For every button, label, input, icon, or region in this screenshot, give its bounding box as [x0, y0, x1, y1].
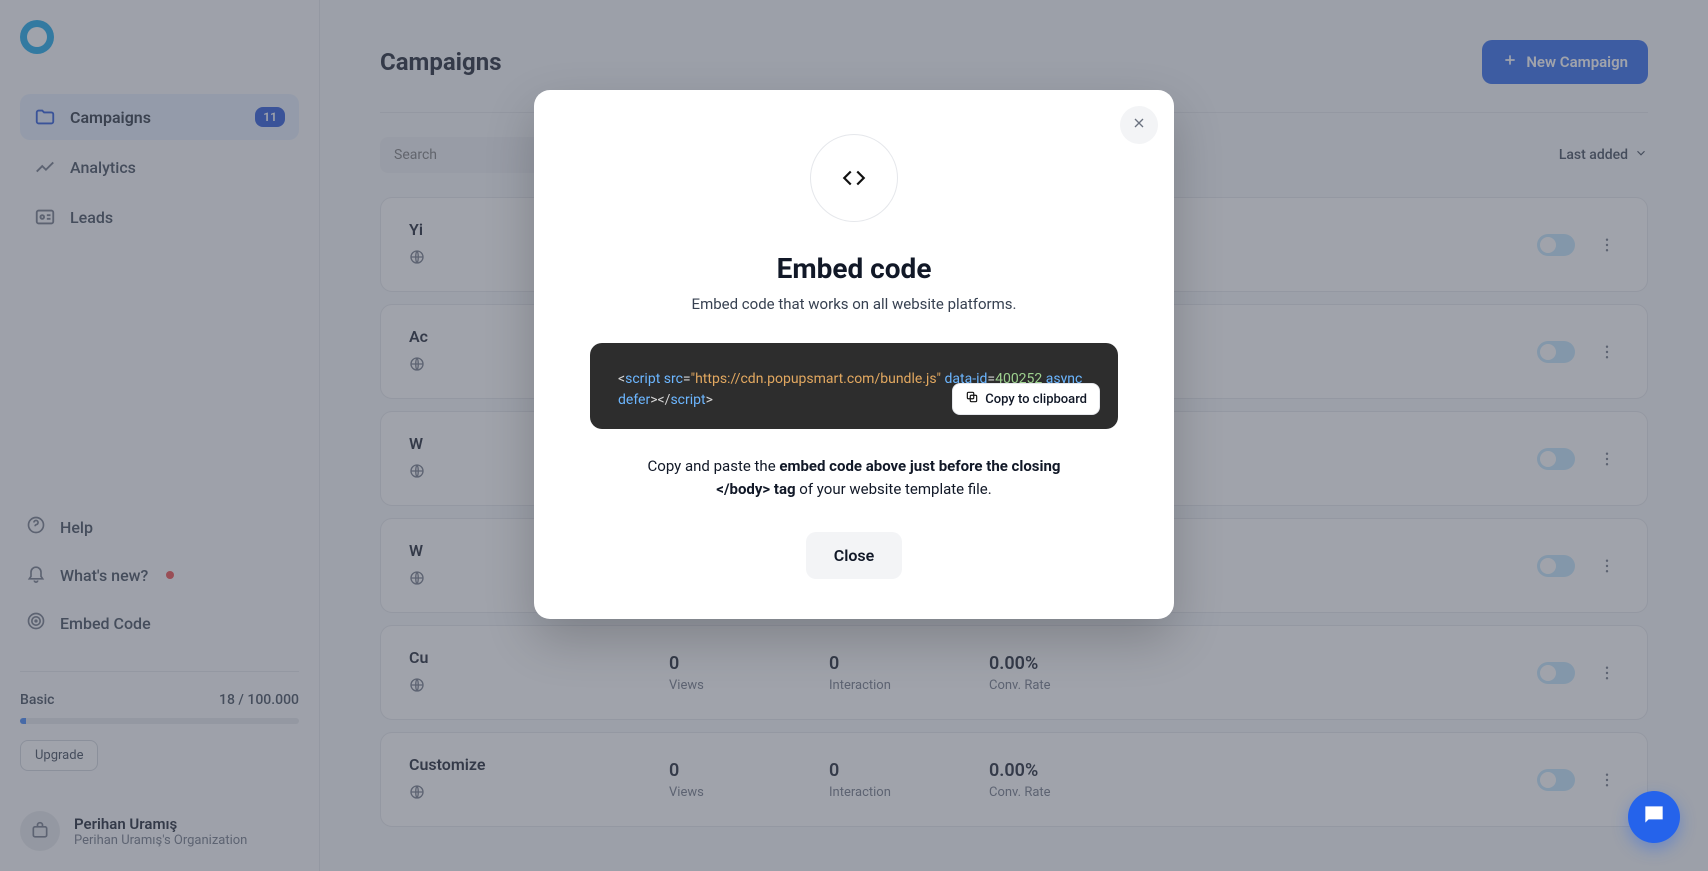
- close-button[interactable]: Close: [806, 532, 903, 579]
- modal-overlay[interactable]: Embed code Embed code that works on all …: [0, 0, 1708, 871]
- copy-icon: [965, 390, 979, 408]
- code-icon: [810, 134, 898, 222]
- modal-subtitle: Embed code that works on all website pla…: [692, 295, 1017, 313]
- modal-close-button[interactable]: [1120, 106, 1158, 144]
- copy-to-clipboard-button[interactable]: Copy to clipboard: [952, 383, 1100, 415]
- modal-instructions: Copy and paste the embed code above just…: [634, 455, 1074, 502]
- modal-title: Embed code: [777, 252, 932, 285]
- code-snippet: <script src="https://cdn.popupsmart.com/…: [590, 343, 1118, 429]
- chat-icon: [1641, 802, 1667, 832]
- button-label: Copy to clipboard: [985, 392, 1087, 407]
- chat-widget-button[interactable]: [1628, 791, 1680, 843]
- close-icon: [1131, 115, 1147, 135]
- embed-code-modal: Embed code Embed code that works on all …: [534, 90, 1174, 619]
